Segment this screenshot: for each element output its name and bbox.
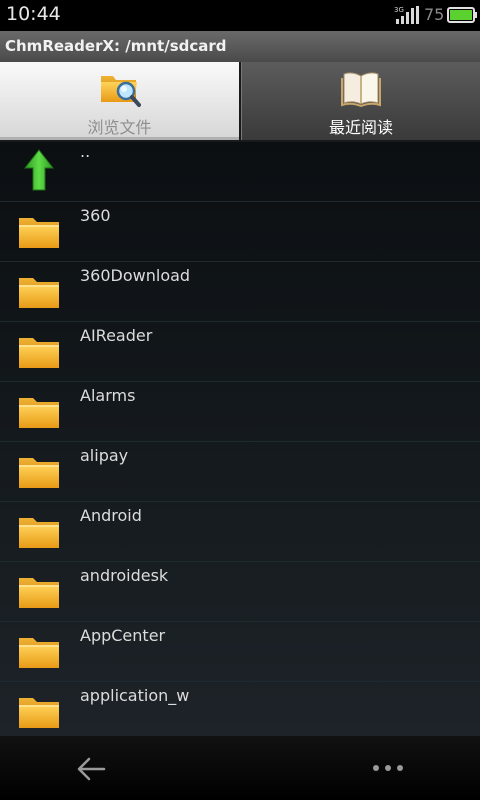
- folder-icon: [19, 638, 59, 668]
- more-dots-icon[interactable]: [370, 758, 406, 778]
- title-bar: ChmReaderX: /mnt/sdcard: [0, 31, 480, 63]
- folder-icon: [19, 698, 59, 728]
- list-item-label: application_w: [80, 686, 190, 705]
- list-item-label: androidesk: [80, 566, 169, 585]
- list-item-label: 360: [80, 206, 111, 225]
- screen: 10:44 3G 75 ChmReaderX: /mnt/sdcard 浏览文件…: [0, 0, 480, 800]
- list-item-label: 360Download: [80, 266, 191, 285]
- folder-icon: [19, 218, 59, 248]
- list-item[interactable]: Android: [0, 502, 480, 562]
- page-title: ChmReaderX: /mnt/sdcard: [5, 37, 227, 55]
- folder-icon: [19, 518, 59, 548]
- list-item[interactable]: AIReader: [0, 322, 480, 382]
- battery-level: 75: [424, 5, 445, 24]
- list-item-parent-dir[interactable]: ..: [0, 142, 480, 202]
- list-item[interactable]: Alarms: [0, 382, 480, 442]
- open-book-icon: [341, 72, 381, 108]
- list-item[interactable]: alipay: [0, 442, 480, 502]
- folder-icon: [19, 278, 59, 308]
- network-type-label: 3G: [394, 6, 404, 14]
- list-item-label: alipay: [80, 446, 129, 465]
- navigation-bar: [0, 736, 480, 800]
- folder-icon: [19, 338, 59, 368]
- list-item[interactable]: androidesk: [0, 562, 480, 622]
- folder-icon: [19, 578, 59, 608]
- list-item-label: AIReader: [80, 326, 153, 345]
- file-list: .. 360 360Download AIReader Alarms alipa…: [0, 142, 480, 736]
- tab-browse-files-label: 浏览文件: [87, 118, 152, 137]
- signal-3g-icon: 3G: [394, 6, 419, 24]
- up-arrow-icon: [23, 149, 55, 191]
- battery-icon: [447, 7, 477, 23]
- tab-recent-reading-label: 最近阅读: [328, 118, 393, 137]
- list-item-label: ..: [80, 142, 91, 161]
- list-item[interactable]: 360: [0, 202, 480, 262]
- list-item-label: Android: [80, 506, 142, 525]
- tab-recent-reading[interactable]: 最近阅读: [241, 62, 480, 140]
- list-item-label: AppCenter: [80, 626, 166, 645]
- list-item-label: Alarms: [80, 386, 136, 405]
- list-item[interactable]: AppCenter: [0, 622, 480, 682]
- folder-icon: [19, 458, 59, 488]
- status-time: 10:44: [6, 3, 61, 25]
- tab-bar: 浏览文件 最近阅读: [0, 62, 480, 142]
- list-item[interactable]: application_w: [0, 682, 480, 736]
- folder-icon: [19, 398, 59, 428]
- status-bar: 10:44 3G 75: [0, 0, 480, 31]
- back-arrow-icon[interactable]: [74, 752, 108, 786]
- tab-browse-files[interactable]: 浏览文件: [0, 62, 239, 140]
- list-item[interactable]: 360Download: [0, 262, 480, 322]
- folder-search-icon: [100, 76, 141, 107]
